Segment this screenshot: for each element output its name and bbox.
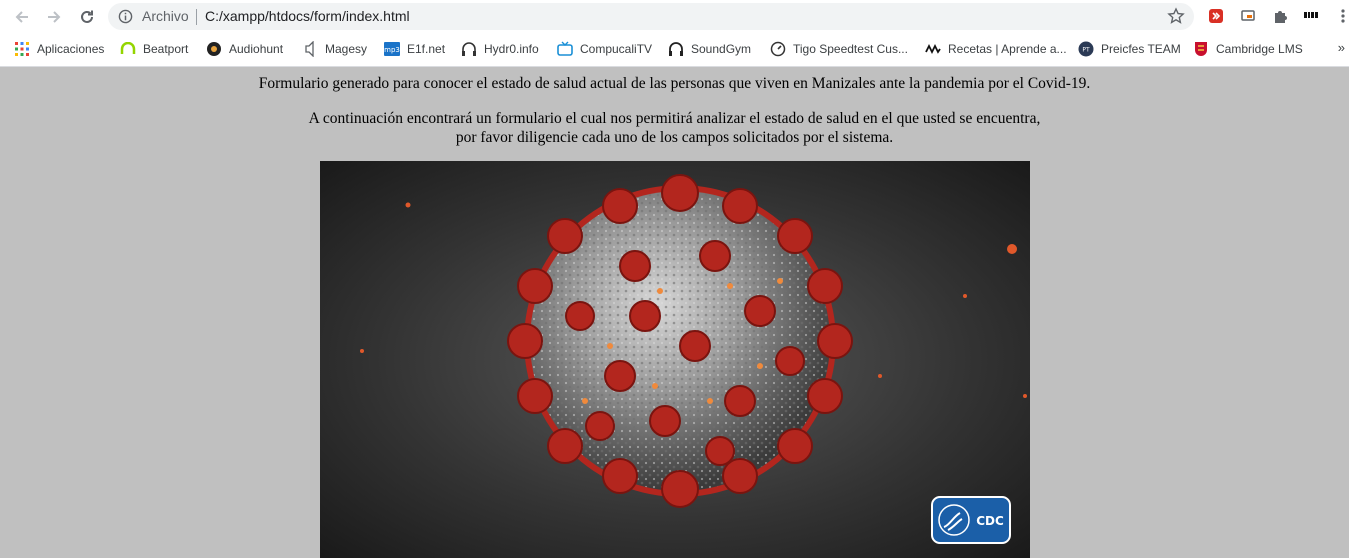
address-bar[interactable]: Archivo C:/xampp/htdocs/form/index.html [108,3,1194,30]
bookmark-preicfes[interactable]: PT Preicfes TEAM [1078,40,1181,58]
virus-particle [507,174,853,508]
headphones-icon [668,41,684,57]
cambridge-icon [1193,41,1209,57]
cast-icon[interactable] [1239,7,1257,25]
back-arrow-icon [15,11,28,23]
cdc-logo: CDC [931,496,1011,544]
bookmark-label: Recetas | Aprende a... [948,42,1067,56]
bookmark-tigo-speedtest[interactable]: Tigo Speedtest Cus... [770,40,908,58]
bookmark-hydr0[interactable]: Hydr0.info [461,40,539,58]
profile-avatar-icon[interactable] [1302,7,1320,25]
apps-grid-icon [14,41,30,57]
bookmark-recetas[interactable]: Recetas | Aprende a... [925,40,1067,58]
beatport-icon [120,41,136,57]
svg-text:PT: PT [1082,47,1090,54]
magesy-icon [302,41,318,57]
speedometer-icon [770,41,786,57]
bookmark-aplicaciones[interactable]: Aplicaciones [14,40,104,58]
preicfes-icon: PT [1078,41,1094,57]
bookmark-label: Hydr0.info [484,42,539,56]
extensions-puzzle-icon[interactable] [1271,7,1289,25]
bookmark-cambridge[interactable]: Cambridge LMS [1193,40,1303,58]
bookmark-audiohunt[interactable]: Audiohunt [206,40,283,58]
recipes-icon [925,41,941,57]
bookmark-label: SoundGym [691,42,752,56]
info-icon[interactable] [118,9,133,24]
page-content: Formulario generado para conocer el esta… [0,67,1349,558]
bookmark-magesy[interactable]: Magesy [302,40,367,58]
bookmark-beatport[interactable]: Beatport [120,40,188,58]
coronavirus-illustration: CDC [320,161,1030,558]
bookmark-label: Magesy [325,42,368,56]
cdc-logo-text: CDC [976,514,1004,528]
bookmark-label: E1f.net [407,42,446,56]
bookmark-e1f[interactable]: mp3 E1f.net [384,40,445,58]
bookmark-label: Beatport [143,42,189,56]
security-chip[interactable]: Archivo [142,8,189,24]
svg-text:mp3: mp3 [384,46,400,54]
bookmark-star-icon[interactable] [1167,7,1185,25]
headphones-icon [461,41,477,57]
url-text[interactable]: C:/xampp/htdocs/form/index.html [205,8,410,24]
forward-button[interactable] [41,4,67,30]
mp3-icon: mp3 [384,41,400,57]
instructions-line-2: por favor diligencie cada uno de los cam… [455,129,894,146]
bookmark-label: Audiohunt [229,42,284,56]
intro-text: Formulario generado para conocer el esta… [258,75,1091,92]
instructions-text: A continuación encontrará un formulario … [0,109,1349,147]
tv-icon [557,41,573,57]
more-bookmarks-button[interactable]: » [1338,40,1345,55]
back-button[interactable] [9,4,35,30]
omnibox-divider [196,9,197,25]
reload-icon [81,10,93,23]
reload-button[interactable] [74,4,100,30]
browser-toolbar: Archivo C:/xampp/htdocs/form/index.html [0,0,1349,33]
bookmark-soundgym[interactable]: SoundGym [668,40,751,58]
extension-red-icon[interactable] [1207,7,1225,25]
bookmark-label: CompucaliTV [580,42,653,56]
bookmark-label: Aplicaciones [37,42,105,56]
instructions-line-1: A continuación encontrará un formulario … [308,110,1041,127]
bookmark-label: Preicfes TEAM [1101,42,1181,56]
audiohunt-icon [206,41,222,57]
menu-kebab-icon[interactable] [1334,7,1349,25]
bookmark-label: Tigo Speedtest Cus... [793,42,908,56]
forward-arrow-icon [48,11,61,23]
bookmarks-bar: Aplicaciones Beatport Audiohunt Magesy m… [0,33,1349,67]
bookmark-compucalitv[interactable]: CompucaliTV [557,40,652,58]
bookmark-label: Cambridge LMS [1216,42,1303,56]
